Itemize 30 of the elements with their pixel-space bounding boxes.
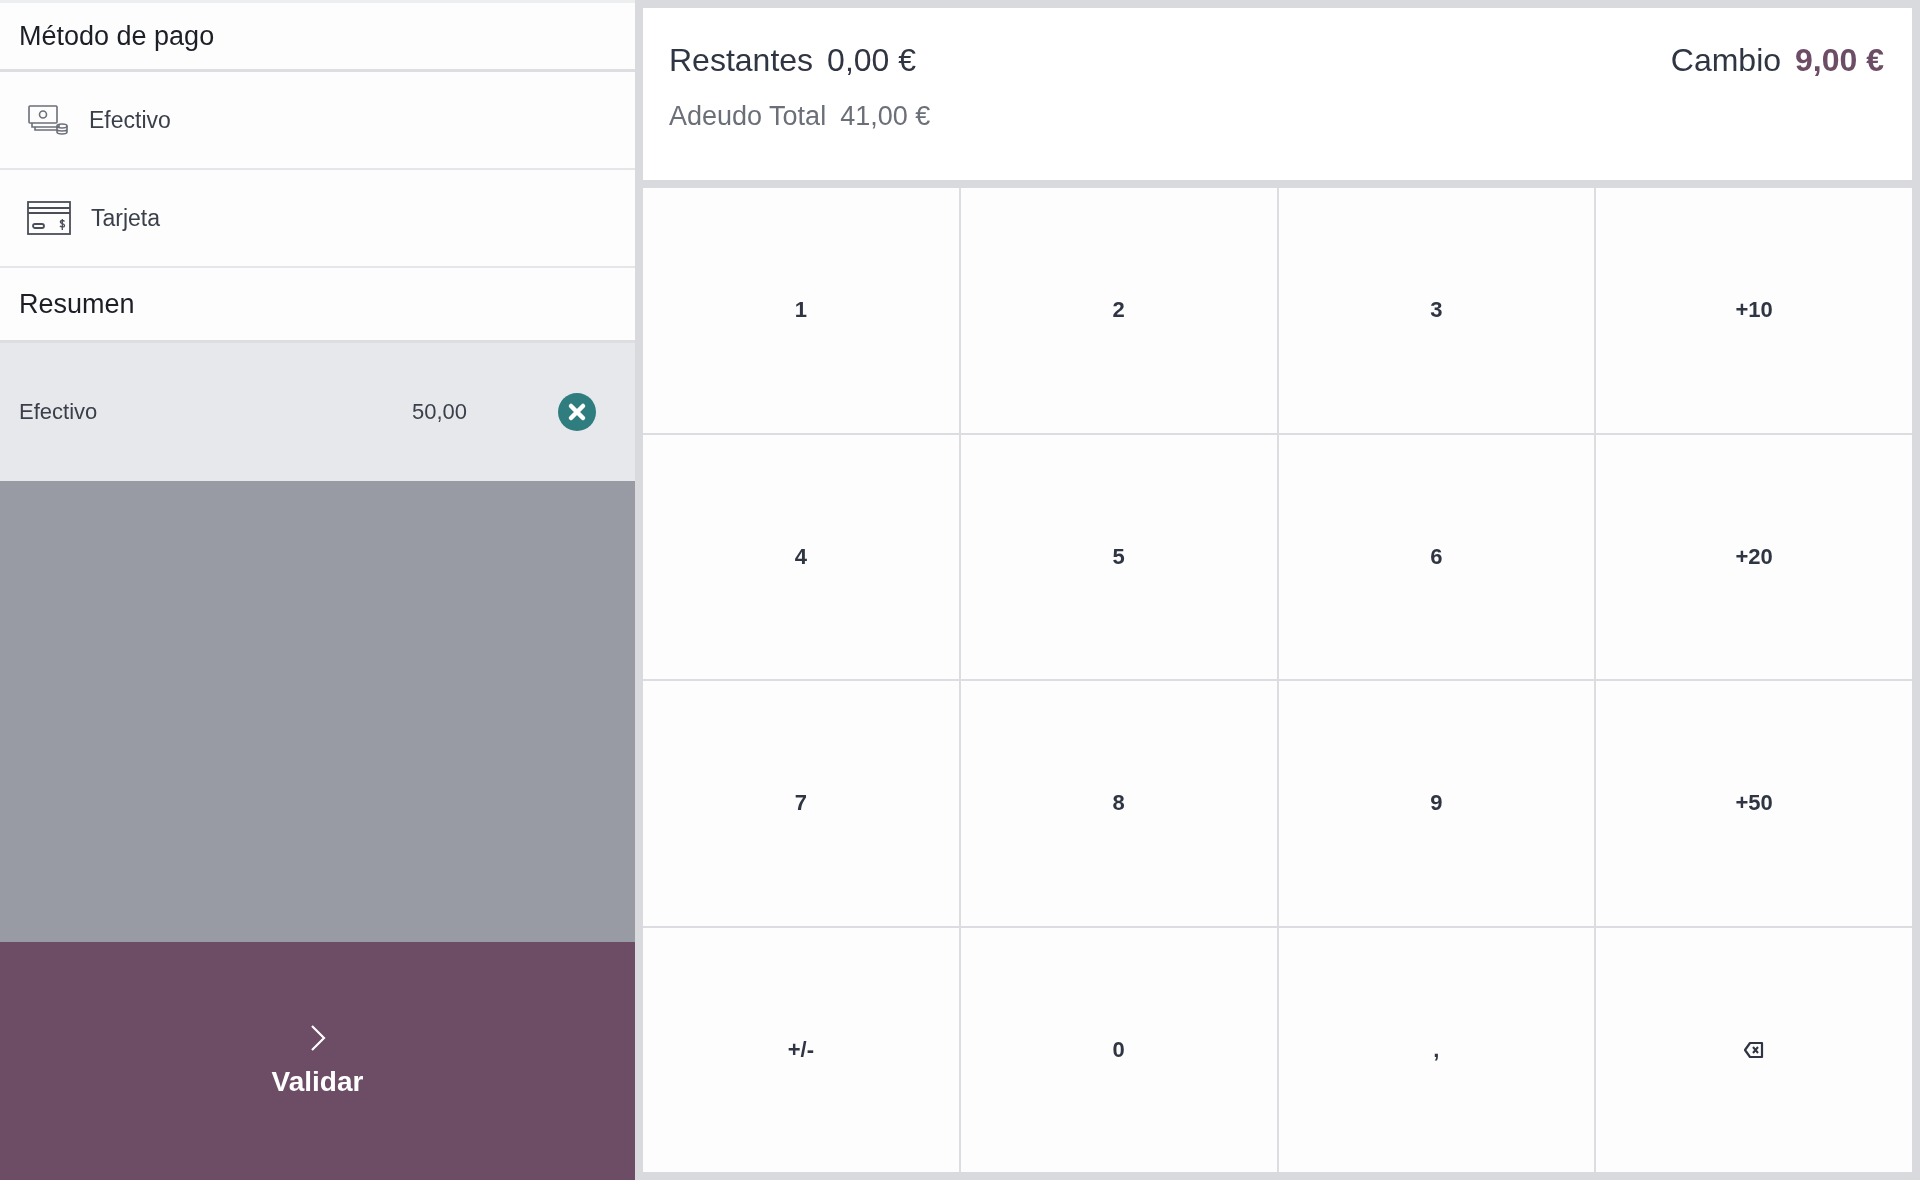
backspace-icon <box>1744 1040 1765 1059</box>
card-icon <box>27 201 71 235</box>
keypad-key[interactable]: 9 <box>1278 681 1595 926</box>
keypad-key[interactable]: 4 <box>643 434 959 679</box>
remove-icon[interactable] <box>557 392 597 432</box>
keypad-key[interactable]: +50 <box>1596 681 1912 926</box>
keypad-key[interactable]: +20 <box>1596 434 1912 679</box>
cash-icon <box>27 103 69 137</box>
keypad-key[interactable]: , <box>1278 927 1595 1172</box>
section-title: Método de pago <box>0 0 635 72</box>
validate-button[interactable]: Validar <box>0 942 635 1180</box>
remaining-amount: 0,00 € <box>827 42 917 79</box>
keypad-key[interactable]: +/- <box>643 927 959 1172</box>
change-label: Cambio <box>1670 42 1782 79</box>
keypad-key[interactable]: 5 <box>960 434 1277 679</box>
change-amount: 9,00 € <box>1795 42 1884 79</box>
total-due-amount: 41,00 € <box>840 101 931 132</box>
keypad-key[interactable]: 3 <box>1278 188 1595 433</box>
payment-method-label: Efectivo <box>19 399 99 425</box>
keypad-key[interactable]: 8 <box>960 681 1277 926</box>
total-due-label: Adeudo Total <box>669 101 827 132</box>
keypad-key[interactable]: 7 <box>643 681 959 926</box>
remaining-label: Restantes <box>669 42 814 79</box>
payment-amount: 50,00 <box>411 399 467 425</box>
keypad-key[interactable]: 2 <box>960 188 1277 433</box>
keypad-key[interactable]: 0 <box>960 927 1277 1172</box>
keypad-key[interactable]: +10 <box>1596 188 1912 433</box>
chevron-right-icon <box>309 1024 326 1052</box>
keypad-key[interactable]: 1 <box>643 188 959 433</box>
keypad-key[interactable]: 6 <box>1278 434 1595 679</box>
